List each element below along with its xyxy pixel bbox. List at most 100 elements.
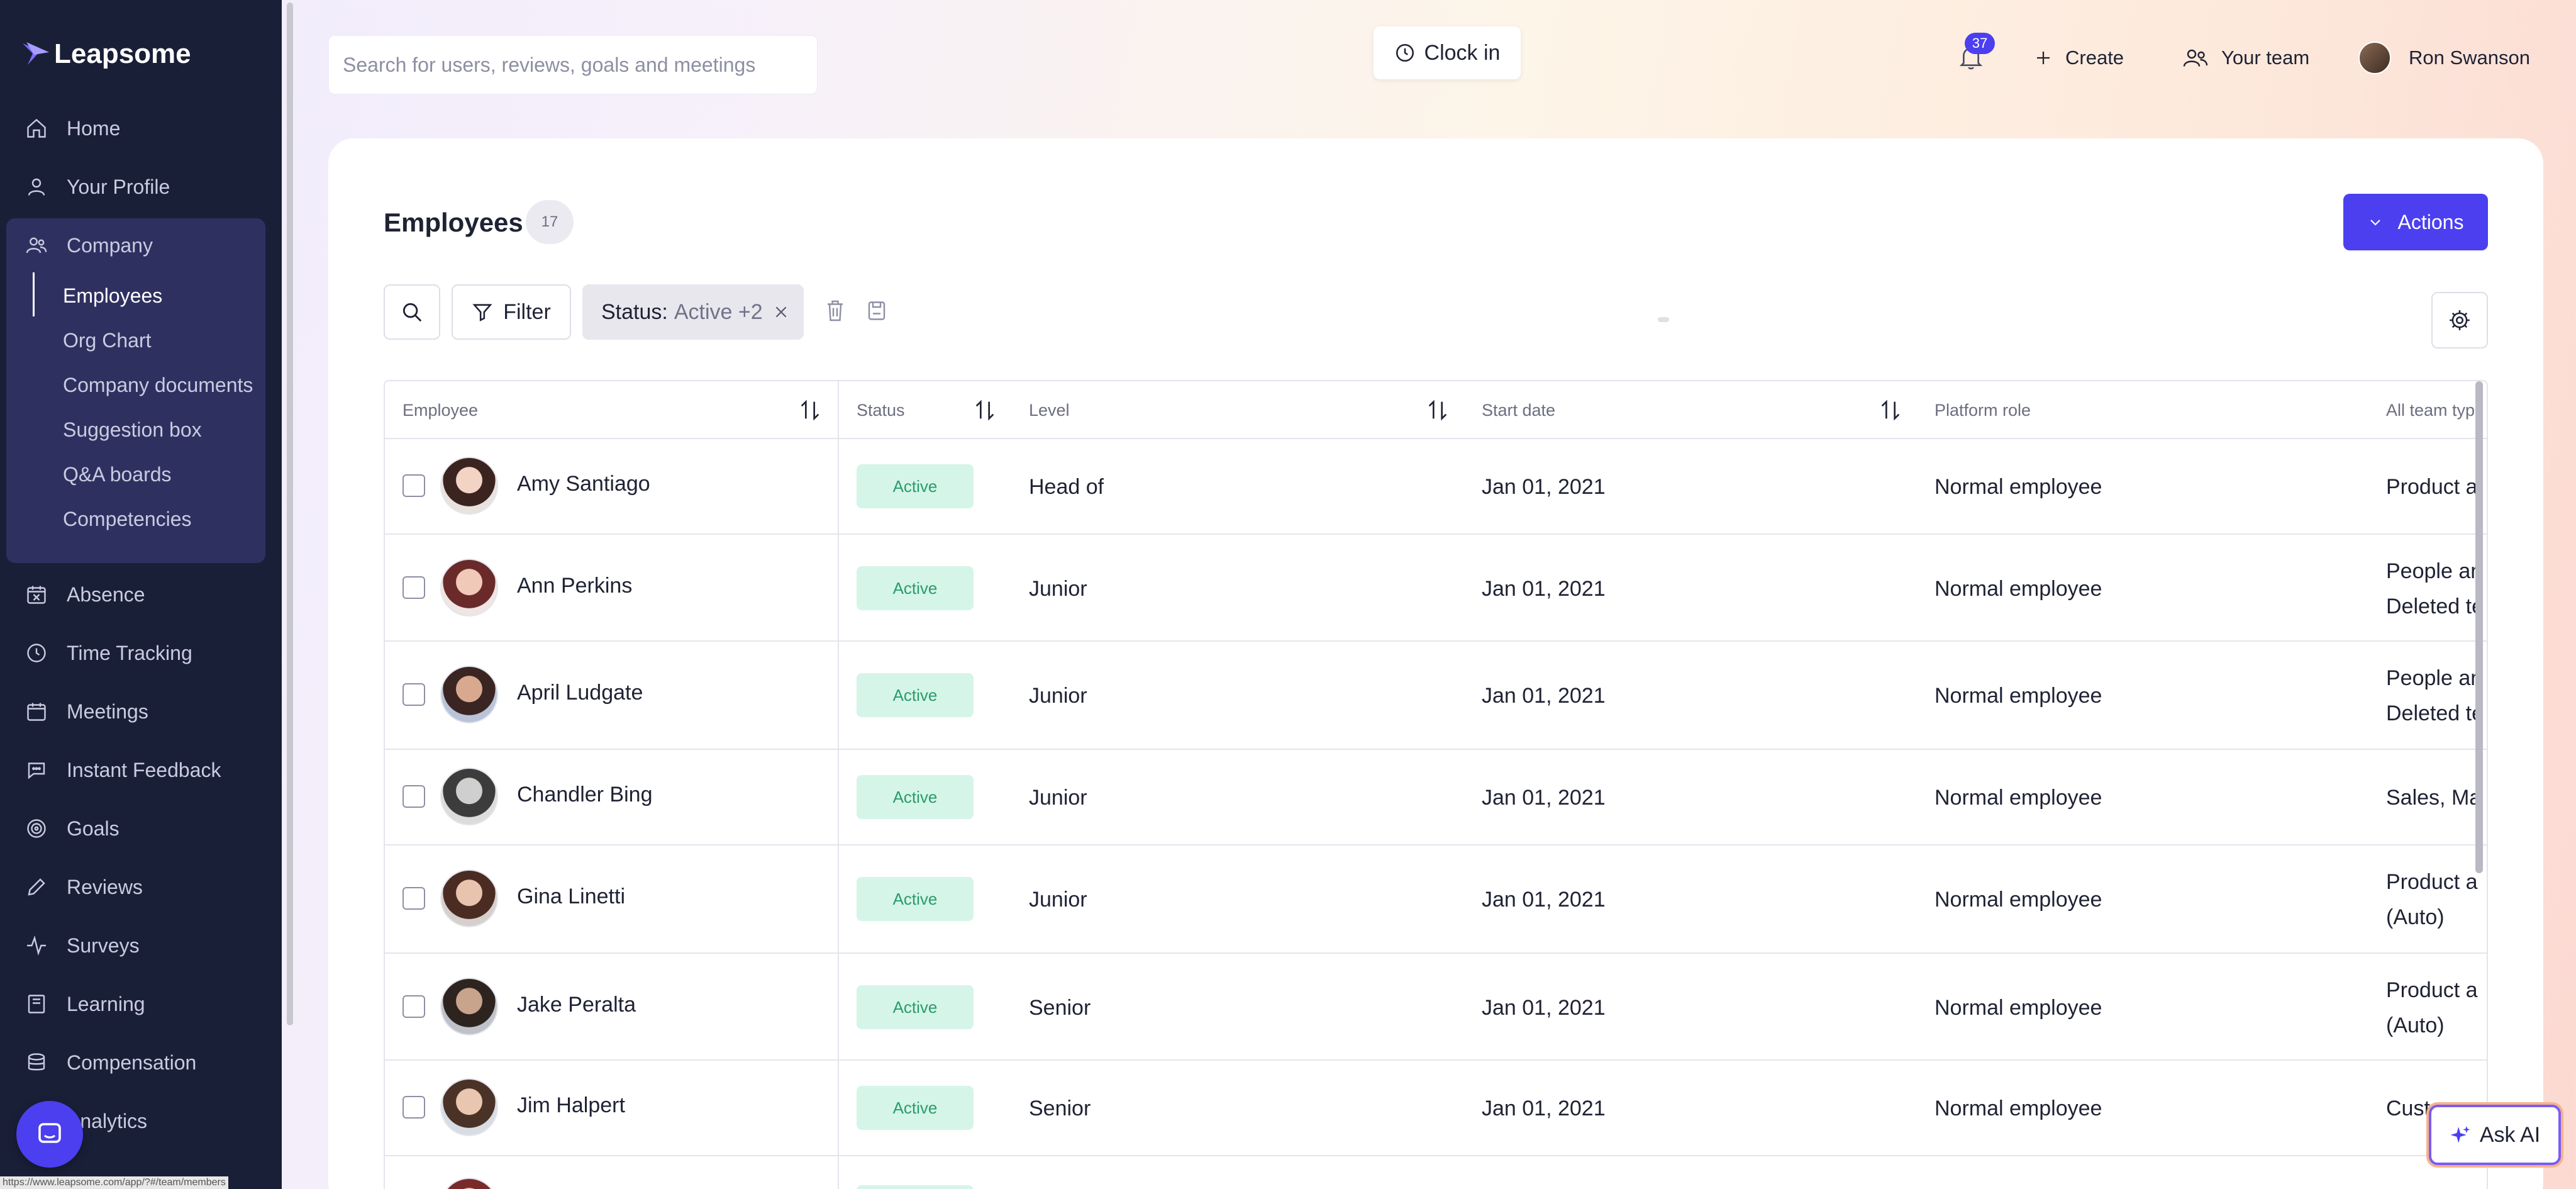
status-filter-chip[interactable]: Status: Active +2 <box>582 284 804 340</box>
employee-name[interactable]: April Ludgate <box>517 681 643 705</box>
active-indicator <box>33 272 35 316</box>
level-cell: Junior <box>1029 888 1087 912</box>
sidebar-item-learning[interactable]: Learning <box>25 985 145 1023</box>
row-checkbox[interactable] <box>402 887 425 910</box>
column-header-status[interactable]: Status <box>857 381 905 439</box>
search-input[interactable]: Search for users, reviews, goals and mee… <box>328 35 818 94</box>
table-row[interactable]: Amy Santiago Active Head of Jan 01, 2021… <box>385 439 2487 535</box>
plus-icon <box>2037 52 2050 64</box>
status-badge <box>857 1185 974 1189</box>
column-header-start-date[interactable]: Start date <box>1482 381 1555 439</box>
platform-role-cell: Normal employee <box>1935 1097 2102 1120</box>
sidebar-item-company[interactable]: Company <box>25 226 153 264</box>
sort-icon[interactable] <box>1425 396 1450 424</box>
row-checkbox[interactable] <box>402 576 425 599</box>
sidebar-item-compensation[interactable]: Compensation <box>25 1044 196 1081</box>
column-header-team-types[interactable]: All team typ <box>2386 381 2475 439</box>
close-icon[interactable] <box>773 304 789 320</box>
user-avatar[interactable] <box>2358 42 2391 74</box>
clock-icon <box>1396 43 1414 62</box>
table-row[interactable]: Jim Halpert Active Senior Jan 01, 2021 N… <box>385 1061 2487 1156</box>
table-scrollbar[interactable] <box>2475 381 2483 873</box>
gear-icon <box>2450 310 2470 330</box>
platform-role-cell: Normal employee <box>1935 996 2102 1020</box>
status-badge: Active <box>857 1086 974 1130</box>
ask-ai-button[interactable]: Ask AI <box>2429 1105 2561 1165</box>
table-row[interactable]: Jake Peralta Active Senior Jan 01, 2021 … <box>385 954 2487 1061</box>
sidebar-item-your-profile[interactable]: Your Profile <box>25 168 170 206</box>
sort-icon[interactable] <box>797 396 823 424</box>
table-row[interactable]: Gina Linetti Active Junior Jan 01, 2021 … <box>385 846 2487 954</box>
trash-icon[interactable] <box>824 298 847 323</box>
team-types-cell: (Auto) <box>2386 905 2445 929</box>
target-icon <box>25 817 48 840</box>
team-types-cell: Deleted te <box>2386 594 2484 618</box>
sidebar-item-reviews[interactable]: Reviews <box>25 868 143 906</box>
table-row[interactable]: Ann Perkins Active Junior Jan 01, 2021 N… <box>385 535 2487 642</box>
sidebar-item-label: Company <box>67 233 153 257</box>
ask-ai-label: Ask AI <box>2479 1122 2541 1147</box>
status-badge: Active <box>857 464 974 508</box>
employees-table: Employee Status Level Start date Platfor… <box>384 380 2488 1189</box>
sidebar-scrollbar[interactable] <box>287 3 293 1025</box>
filter-icon <box>472 304 492 321</box>
create-button[interactable]: Create <box>2034 38 2124 78</box>
table-row[interactable] <box>385 1156 2487 1189</box>
table-row[interactable]: Chandler Bing Active Junior Jan 01, 2021… <box>385 750 2487 846</box>
your-team-button[interactable]: Your team <box>2182 38 2309 78</box>
table-settings-button[interactable] <box>2431 292 2488 349</box>
row-checkbox[interactable] <box>402 1096 425 1119</box>
sidebar-item-goals[interactable]: Goals <box>25 810 119 847</box>
employee-name[interactable]: Chandler Bing <box>517 783 652 807</box>
employee-name[interactable]: Amy Santiago <box>517 472 650 496</box>
sidebar-subitem-employees[interactable]: Employees <box>63 279 162 312</box>
sidebar-item-meetings[interactable]: Meetings <box>25 693 148 730</box>
sidebar-subitem-company-documents[interactable]: Company documents <box>63 369 253 401</box>
team-types-cell: Product a <box>2386 475 2478 499</box>
employee-name[interactable]: Jim Halpert <box>517 1093 625 1118</box>
row-checkbox[interactable] <box>402 995 425 1018</box>
sort-icon[interactable] <box>972 396 997 424</box>
status-filter-value: Active +2 <box>674 299 763 324</box>
sidebar-subitem-org-chart[interactable]: Org Chart <box>63 324 151 357</box>
row-checkbox[interactable] <box>402 683 425 706</box>
row-checkbox[interactable] <box>402 785 425 808</box>
sidebar-subitem-qa-boards[interactable]: Q&A boards <box>63 458 172 491</box>
clock-in-label: Clock in <box>1424 40 1501 65</box>
sidebar-item-absence[interactable]: Absence <box>25 576 145 613</box>
avatar <box>440 978 498 1035</box>
table-row[interactable]: April Ludgate Active Junior Jan 01, 2021… <box>385 642 2487 750</box>
sidebar-item-surveys[interactable]: Surveys <box>25 927 140 964</box>
sidebar-item-instant-feedback[interactable]: Instant Feedback <box>25 751 221 789</box>
sidebar-item-label: Compensation <box>67 1051 197 1074</box>
employee-name[interactable]: Gina Linetti <box>517 885 625 909</box>
sidebar-item-label: Reviews <box>67 875 143 898</box>
user-name: Ron Swanson <box>2409 47 2531 69</box>
sidebar-item-label: Goals <box>67 817 119 840</box>
platform-role-cell: Normal employee <box>1935 684 2102 708</box>
sort-icon[interactable] <box>1878 396 1903 424</box>
row-checkbox[interactable] <box>402 474 425 497</box>
employee-name[interactable]: Ann Perkins <box>517 574 632 598</box>
save-filter-icon[interactable] <box>865 298 888 323</box>
sidebar-item-home[interactable]: Home <box>25 109 120 147</box>
column-header-platform-role[interactable]: Platform role <box>1935 381 2031 439</box>
sidebar-subitem-competencies[interactable]: Competencies <box>63 503 192 535</box>
table-search-button[interactable] <box>384 284 440 340</box>
sidebar-subitem-suggestion-box[interactable]: Suggestion box <box>63 413 202 446</box>
support-chat-button[interactable] <box>16 1101 83 1168</box>
sidebar-item-time-tracking[interactable]: Time Tracking <box>25 634 192 672</box>
actions-button[interactable]: Actions <box>2343 194 2488 250</box>
column-header-employee[interactable]: Employee <box>402 381 478 439</box>
filter-label: Filter <box>503 299 551 324</box>
avatar <box>440 768 498 825</box>
column-header-level[interactable]: Level <box>1029 381 1070 439</box>
filter-button[interactable]: Filter <box>452 284 571 340</box>
clock-in-button[interactable]: Clock in <box>1374 26 1521 79</box>
user-menu[interactable]: Ron Swanson <box>2409 38 2530 78</box>
platform-role-cell: Normal employee <box>1935 577 2102 601</box>
start-date-cell: Jan 01, 2021 <box>1482 888 1606 912</box>
leapsome-logo[interactable]: Leapsome <box>21 36 191 72</box>
employee-name[interactable]: Jake Peralta <box>517 993 636 1017</box>
sparkle-icon <box>2450 1125 2470 1143</box>
